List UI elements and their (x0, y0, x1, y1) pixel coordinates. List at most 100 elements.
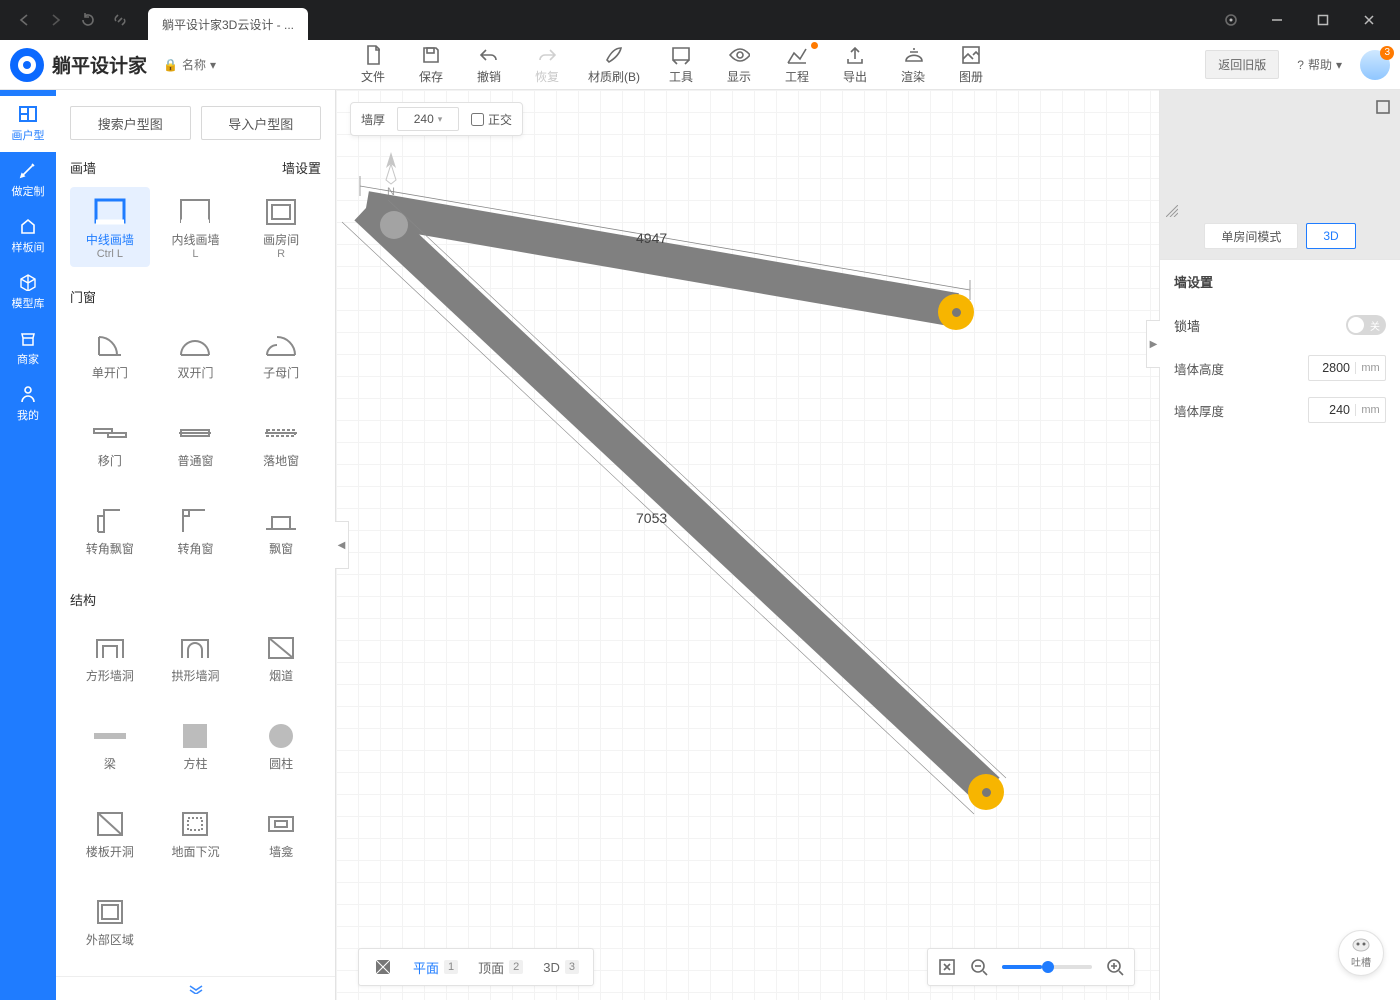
reload-icon[interactable] (72, 4, 104, 36)
minimap-resize-icon[interactable] (1166, 205, 1178, 217)
fit-screen-icon[interactable] (938, 958, 956, 976)
tool-file[interactable]: 文件 (356, 44, 390, 85)
window-minimize-icon[interactable] (1254, 0, 1300, 40)
wall-endpoint-1[interactable] (938, 294, 974, 330)
nav-model-lib[interactable]: 模型库 (0, 264, 56, 320)
tool-export[interactable]: 导出 (838, 44, 872, 85)
wall-height-label: 墙体高度 (1174, 359, 1224, 378)
view-ceiling[interactable]: 顶面2 (470, 954, 531, 981)
tab-wall-settings[interactable]: 墙设置 (282, 158, 321, 177)
tool-render[interactable]: 渲染 (896, 44, 930, 85)
nav-mine[interactable]: 我的 (0, 376, 56, 432)
window-close-icon[interactable] (1346, 0, 1392, 40)
section-doors-windows: 门窗 (56, 277, 335, 308)
settings-icon[interactable] (1208, 0, 1254, 40)
wall-thickness-input[interactable]: 240mm (1308, 397, 1386, 423)
wall-tool-centerline[interactable]: 中线画墙Ctrl L (70, 187, 150, 267)
struct-slab-opening[interactable]: 楼板开洞 (70, 793, 150, 873)
struct-arch-hole[interactable]: 拱形墙洞 (156, 617, 236, 697)
tool-redo: 恢复 (530, 44, 564, 85)
chevron-down-icon: ▾ (210, 58, 216, 72)
tool-album[interactable]: 图册 (954, 44, 988, 85)
view-plan[interactable]: 平面1 (405, 954, 466, 981)
left-nav: 画户型 做定制 样板间 模型库 商家 我的 (0, 90, 56, 1000)
nav-showroom[interactable]: 样板间 (0, 208, 56, 264)
nav-merchant[interactable]: 商家 (0, 320, 56, 376)
door-mother-child[interactable]: 子母门 (241, 314, 321, 394)
back-to-old-version-button[interactable]: 返回旧版 (1205, 50, 1279, 79)
wall-endpoint-2[interactable] (968, 774, 1004, 810)
search-floorplan-button[interactable]: 搜索户型图 (70, 106, 191, 140)
lock-icon: 🔒 (163, 58, 178, 72)
help-dropdown[interactable]: ?帮助▾ (1297, 56, 1342, 73)
struct-beam[interactable]: 梁 (70, 705, 150, 785)
wall-tool-room[interactable]: 画房间R (241, 187, 321, 267)
tool-material-brush[interactable]: 材质刷(B) (588, 44, 640, 85)
dimension-diagonal: 7053 (636, 510, 667, 526)
tab-draw-wall[interactable]: 画墙 (70, 158, 96, 177)
feedback-button[interactable]: 吐槽 (1338, 930, 1384, 976)
mode-3d[interactable]: 3D (1306, 223, 1355, 249)
wall-height-input[interactable]: 2800mm (1308, 355, 1386, 381)
zoom-in-icon[interactable] (1106, 958, 1124, 976)
door-single[interactable]: 单开门 (70, 314, 150, 394)
brand-logo-icon (10, 48, 44, 82)
zoom-controls (927, 948, 1135, 986)
mode-single-room[interactable]: 单房间模式 (1204, 223, 1298, 249)
view-3d[interactable]: 3D3 (535, 956, 587, 979)
lock-wall-toggle[interactable]: 关 (1346, 315, 1386, 335)
minimap-expand-icon[interactable] (1372, 96, 1394, 118)
wall-tool-innerline[interactable]: 内线画墙L (156, 187, 236, 267)
minimap[interactable]: 单房间模式 3D (1160, 90, 1400, 260)
nav-back-icon[interactable] (8, 4, 40, 36)
view-icon[interactable] (365, 953, 401, 981)
tool-show[interactable]: 显示 (722, 44, 756, 85)
app-toolbar: 躺平设计家 🔒 名称 ▾ 文件 保存 撤销 恢复 材质刷(B) 工具 显示 工程… (0, 40, 1400, 90)
tool-undo[interactable]: 撤销 (472, 44, 506, 85)
window-floor[interactable]: 落地窗 (241, 402, 321, 482)
collapse-right-panel[interactable]: ▶ (1146, 320, 1160, 368)
right-panel-title: 墙设置 (1160, 260, 1400, 303)
lock-wall-label: 锁墙 (1174, 316, 1200, 335)
file-name-dropdown[interactable]: 🔒 名称 ▾ (163, 56, 216, 73)
window-corner[interactable]: 转角窗 (156, 490, 236, 570)
section-structure: 结构 (56, 580, 335, 611)
canvas[interactable]: 墙厚 240▾ 正交 N ◀ 4947 7053 (336, 90, 1160, 1000)
tool-tools[interactable]: 工具 (664, 44, 698, 85)
door-sliding[interactable]: 移门 (70, 402, 150, 482)
browser-tab[interactable]: 躺平设计家3D云设计 - ... (148, 8, 308, 40)
struct-round-column[interactable]: 圆柱 (241, 705, 321, 785)
nav-forward-icon[interactable] (40, 4, 72, 36)
panel-expand-toggle[interactable] (56, 976, 335, 1000)
window-maximize-icon[interactable] (1300, 0, 1346, 40)
dimension-top: 4947 (636, 230, 667, 246)
right-panel: ▶ 单房间模式 3D 墙设置 锁墙 关 墙体高度 2800mm 墙体厚度 240… (1160, 90, 1400, 1000)
door-double[interactable]: 双开门 (156, 314, 236, 394)
notification-badge: 3 (1380, 46, 1394, 60)
nav-floorplan[interactable]: 画户型 (0, 96, 56, 152)
chevron-down-icon: ▾ (1336, 58, 1342, 72)
user-avatar[interactable]: 3 (1360, 50, 1390, 80)
left-panel: 搜索户型图 导入户型图 画墙 墙设置 中线画墙Ctrl L 内线画墙L 画房间R (56, 90, 336, 1000)
walls-drawing (336, 90, 1159, 1000)
window-normal[interactable]: 普通窗 (156, 402, 236, 482)
link-icon[interactable] (104, 4, 136, 36)
titlebar: 躺平设计家3D云设计 - ... (0, 0, 1400, 40)
struct-rect-hole[interactable]: 方形墙洞 (70, 617, 150, 697)
window-bay[interactable]: 飘窗 (241, 490, 321, 570)
zoom-slider[interactable] (1002, 965, 1092, 969)
struct-square-column[interactable]: 方柱 (156, 705, 236, 785)
zoom-out-icon[interactable] (970, 958, 988, 976)
struct-wall-niche[interactable]: 墙龛 (241, 793, 321, 873)
nav-custom[interactable]: 做定制 (0, 152, 56, 208)
view-switcher: 平面1 顶面2 3D3 (358, 948, 594, 986)
struct-flue[interactable]: 烟道 (241, 617, 321, 697)
window-corner-bay[interactable]: 转角飘窗 (70, 490, 150, 570)
tool-project[interactable]: 工程 (780, 44, 814, 85)
toolbar-tools: 文件 保存 撤销 恢复 材质刷(B) 工具 显示 工程 导出 渲染 图册 (356, 44, 988, 85)
struct-external-area[interactable]: 外部区域 (70, 881, 150, 961)
tool-save[interactable]: 保存 (414, 44, 448, 85)
wall-thickness-label2: 墙体厚度 (1174, 401, 1224, 420)
struct-floor-sunken[interactable]: 地面下沉 (156, 793, 236, 873)
import-floorplan-button[interactable]: 导入户型图 (201, 106, 322, 140)
